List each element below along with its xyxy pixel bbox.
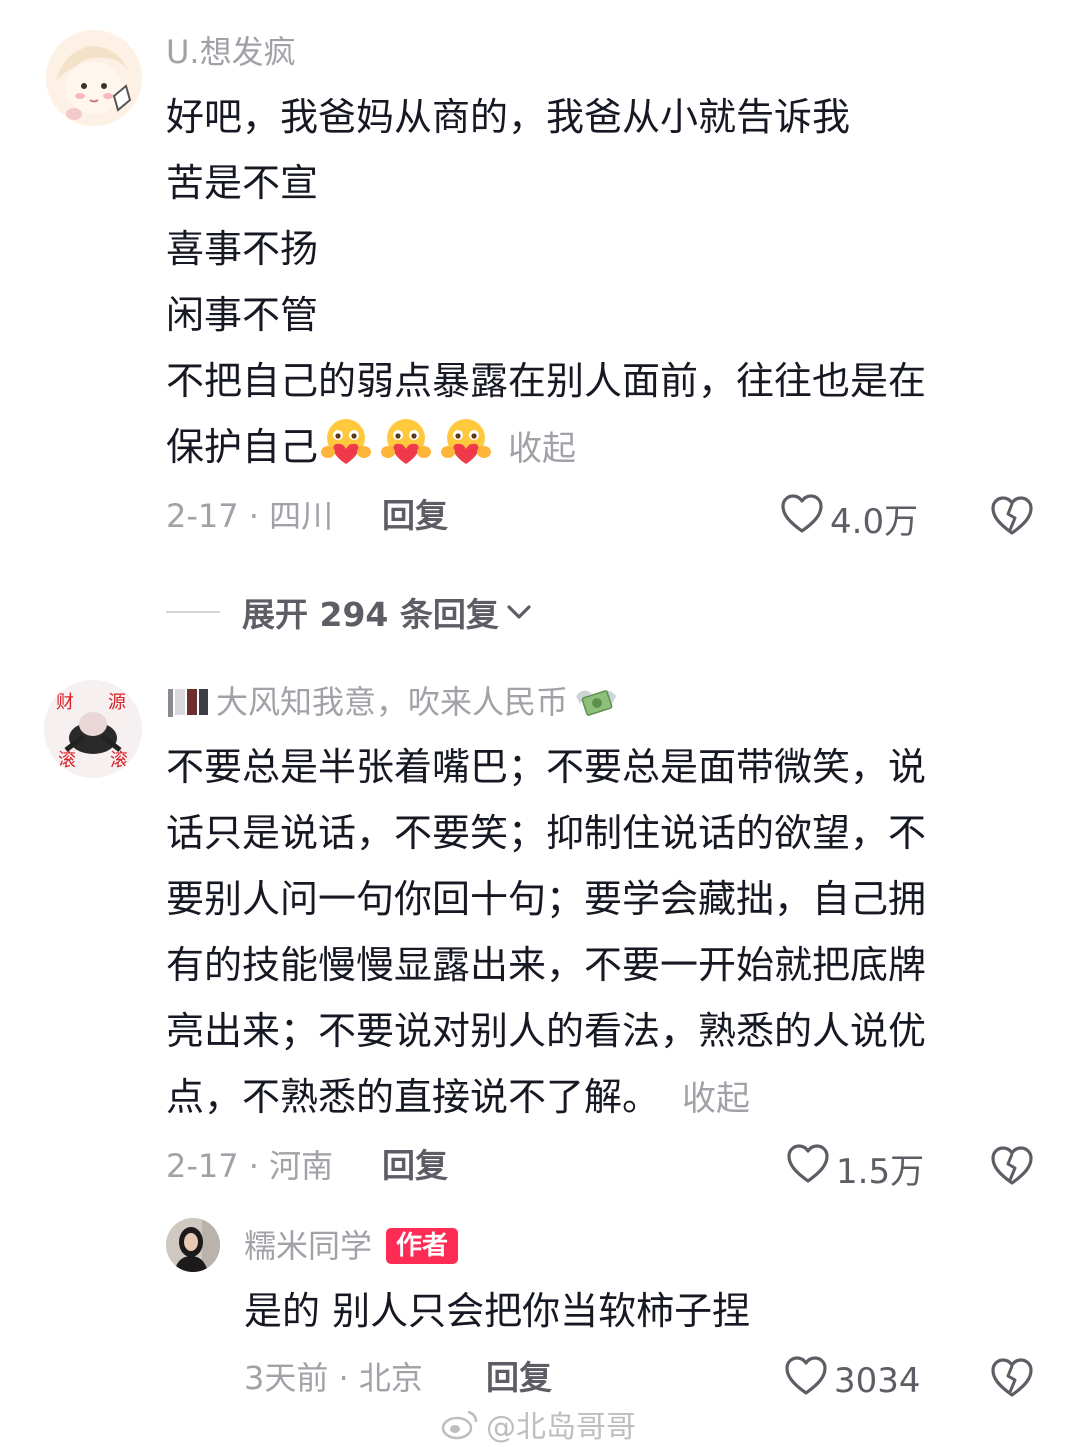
comment-body: 不要总是半张着嘴巴；不要总是面带微笑，说 话只是说话，不要笑；抑制住说话的欲望，… — [166, 734, 926, 1132]
weibo-logo-icon — [440, 1408, 480, 1440]
like-button[interactable]: 1.5万 — [786, 1144, 924, 1193]
money-wings-icon — [572, 682, 620, 722]
heart-outline-icon — [786, 1144, 836, 1193]
comment-line: 好吧，我爸妈从商的，我爸从小就告诉我 — [166, 95, 851, 139]
username[interactable]: 糯米同学 作者 — [244, 1226, 459, 1266]
avatar-char: 滚 — [110, 750, 128, 771]
broken-heart-icon — [990, 496, 1034, 540]
reply-button[interactable]: 回复 — [486, 1358, 552, 1398]
username-text[interactable]: U.想发疯 — [166, 32, 296, 72]
heart-hug-emoji-icon — [318, 419, 378, 469]
username[interactable]: U.想发疯 — [166, 32, 296, 72]
date-location: 2-17 · 河南 — [166, 1147, 334, 1185]
collapse-link[interactable]: 收起 — [508, 429, 576, 469]
like-button[interactable]: 4.0万 — [780, 494, 918, 543]
reply-button[interactable]: 回复 — [382, 496, 448, 536]
comment-line: 不要总是半张着嘴巴；不要总是面带微笑，说 — [166, 745, 927, 789]
comment-line: 亮出来；不要说对别人的看法，熟悉的人说优 — [166, 1009, 927, 1053]
dislike-button[interactable] — [990, 1358, 1034, 1402]
avatar-char: 财 — [56, 692, 74, 713]
reply-body: 是的 别人只会把你当软柿子捏 — [244, 1278, 750, 1344]
reply-button[interactable]: 回复 — [382, 1146, 448, 1186]
dislike-button[interactable] — [990, 1146, 1034, 1190]
broken-heart-icon — [990, 1358, 1034, 1402]
comment-line-last: 点，不熟悉的直接说不了解。 收起 — [166, 1064, 926, 1132]
collapse-link[interactable]: 收起 — [682, 1079, 750, 1119]
comment-line: 闲事不管 — [166, 293, 319, 337]
like-button[interactable]: 3034 — [784, 1356, 921, 1405]
dislike-button[interactable] — [990, 496, 1034, 540]
date-location: 2-17 · 四川 — [166, 497, 334, 535]
flag-icon — [166, 685, 210, 719]
comment-line: 喜事不扬 — [166, 227, 319, 271]
like-count: 1.5万 — [836, 1152, 925, 1192]
like-count: 4.0万 — [830, 502, 919, 542]
date-location: 3天前 · 北京 — [244, 1359, 423, 1397]
avatar-char: 源 — [108, 692, 126, 713]
watermark-text: @北岛哥哥 — [486, 1410, 636, 1445]
heart-outline-icon — [780, 494, 830, 543]
like-count: 3034 — [834, 1360, 921, 1401]
comment-body: 好吧，我爸妈从商的，我爸从小就告诉我 苦是不宣 喜事不扬 闲事不管 不把自己的弱… — [166, 84, 926, 482]
comment-line: 要别人问一句你回十句；要学会藏拙，自己拥 — [166, 877, 927, 921]
divider-line — [166, 611, 220, 613]
expand-replies-label[interactable]: 展开 294 条回复 — [242, 588, 499, 636]
heart-hug-emoji-icon — [438, 419, 498, 469]
username[interactable]: 大风知我意，吹来人民币 — [166, 682, 620, 722]
comment-line-text: 保护自己 — [166, 425, 319, 469]
comment-line-last: 保护自己 收起 — [166, 414, 926, 482]
reply-meta: 3天前 · 北京 回复 — [244, 1358, 552, 1398]
reply-text: 是的 别人只会把你当软柿子捏 — [244, 1289, 751, 1333]
comment-line-text: 点，不熟悉的直接说不了解。 — [166, 1075, 661, 1119]
watermark: @北岛哥哥 — [440, 1402, 636, 1446]
comment-meta: 2-17 · 河南 回复 — [166, 1146, 448, 1186]
heart-outline-icon — [784, 1356, 834, 1405]
avatar[interactable] — [166, 1218, 220, 1272]
comment-line: 不把自己的弱点暴露在别人面前，往往也是在 — [166, 359, 927, 403]
username-text[interactable]: 糯米同学 — [244, 1226, 372, 1266]
avatar[interactable]: 财 源 滚 滚 — [44, 680, 142, 778]
expand-replies-button[interactable]: 展开 294 条回复 — [166, 588, 533, 636]
avatar[interactable] — [46, 30, 142, 126]
comment-line: 有的技能慢慢显露出来，不要一开始就把底牌 — [166, 943, 927, 987]
comment-meta: 2-17 · 四川 回复 — [166, 496, 448, 536]
broken-heart-icon — [990, 1146, 1034, 1190]
avatar-char: 滚 — [58, 750, 76, 771]
heart-hug-emoji-icon — [378, 419, 438, 469]
username-text[interactable]: 大风知我意，吹来人民币 — [216, 682, 568, 722]
author-badge: 作者 — [386, 1228, 459, 1264]
chevron-down-icon — [505, 602, 533, 622]
comment-line: 苦是不宣 — [166, 161, 319, 205]
comment-line: 话只是说话，不要笑；抑制住说话的欲望，不 — [166, 811, 927, 855]
